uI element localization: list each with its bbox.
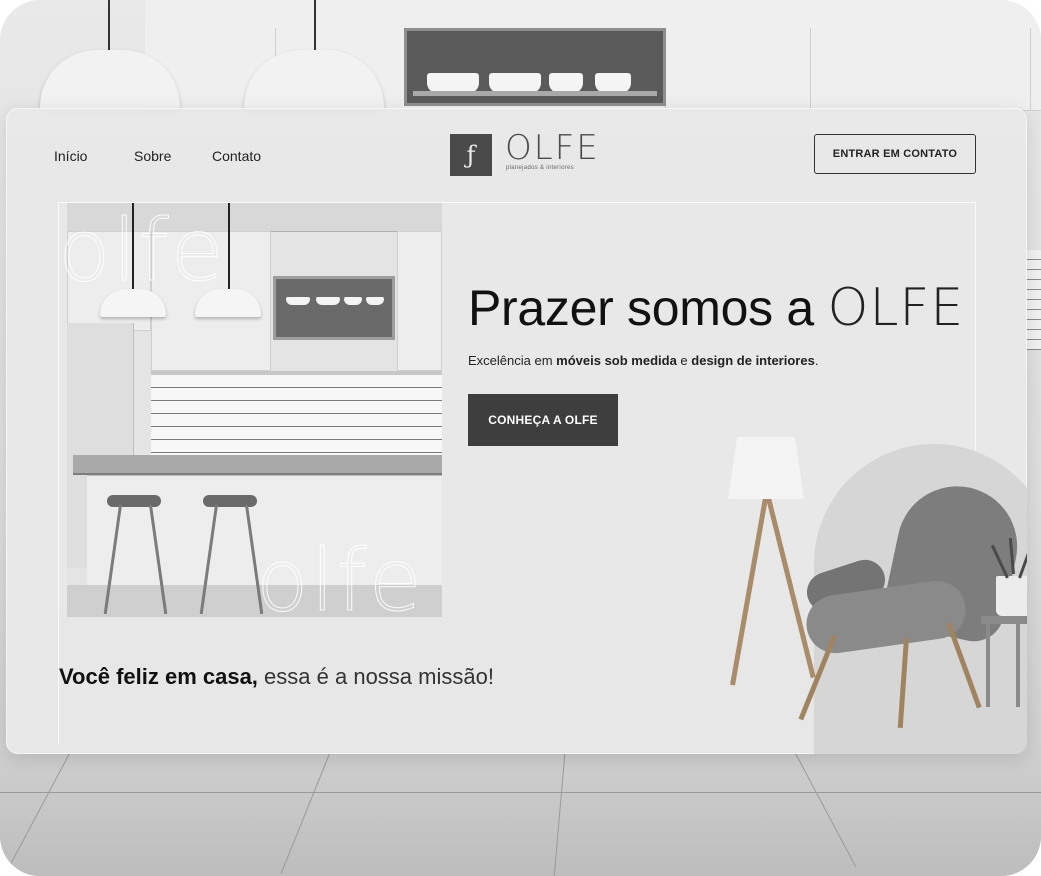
floor-seam [794, 752, 857, 868]
background-scene: Início Sobre Contato ƒ OLFE planejados &… [0, 0, 1041, 876]
bar-stool [107, 495, 161, 507]
bowl [366, 297, 384, 305]
floor-seam [0, 792, 1041, 793]
watermark-olfe-top: olfe [58, 201, 226, 301]
floor-seam [553, 752, 566, 876]
mission-rest: essa é a nossa missão! [257, 664, 494, 689]
kitchen-counter [73, 455, 442, 475]
bowl [316, 297, 340, 305]
kitchen-open-shelf [273, 276, 395, 340]
bowl [549, 73, 583, 93]
bowl [489, 73, 541, 93]
logo-name[interactable]: OLFE [505, 128, 600, 168]
subtitle-highlight: design de interiores [691, 353, 815, 368]
floor-lamp [728, 437, 804, 499]
pendant-cord [228, 203, 230, 289]
bowl [595, 73, 631, 93]
hero-title: Prazer somos a OLFE [468, 282, 964, 334]
kitchen-backsplash [151, 375, 442, 455]
subtitle-text: . [814, 353, 819, 368]
hero-subtitle: Excelência em móveis sob medida e design… [468, 353, 818, 368]
subtitle-text: e [676, 353, 692, 368]
mission-bold: Você feliz em casa, [59, 664, 258, 689]
subtitle-text: Excelência em [468, 353, 557, 368]
nav-link-contato[interactable]: Contato [212, 148, 261, 164]
shelf-plank [413, 91, 657, 96]
background-open-shelf [404, 28, 666, 106]
side-table-leg [986, 622, 990, 707]
pendant-cord [108, 0, 110, 52]
logo-tagline: planejados & interiores [506, 165, 574, 171]
mission-statement: Você feliz em casa, essa é a nossa missã… [59, 664, 494, 690]
bowl [286, 297, 310, 305]
contact-button[interactable]: ENTRAR EM CONTATO [814, 134, 976, 174]
kitchen-cabinet [397, 231, 442, 371]
nav-link-sobre[interactable]: Sobre [134, 148, 171, 164]
background-floor [0, 752, 1041, 876]
pendant-cord [314, 0, 316, 52]
cabinet-divider [810, 28, 811, 110]
cabinet-divider [1030, 28, 1031, 110]
subtitle-highlight: móveis sob medida [556, 353, 677, 368]
logo-mark[interactable]: ƒ [450, 134, 492, 176]
bowl [427, 73, 479, 93]
plant-pot [996, 576, 1027, 616]
hero-title-brand: OLFE [827, 278, 965, 338]
floor-seam [280, 752, 331, 874]
side-table-leg [1016, 622, 1020, 707]
background-tiles [1026, 250, 1041, 350]
hero-card: Início Sobre Contato ƒ OLFE planejados &… [6, 108, 1027, 754]
watermark-olfe-bottom: olfe [256, 531, 424, 631]
bar-stool [203, 495, 257, 507]
floor-seam [3, 752, 71, 876]
logo-glyph: ƒ [466, 141, 476, 169]
nav-link-inicio[interactable]: Início [54, 148, 87, 164]
cta-button[interactable]: CONHEÇA A OLFE [468, 394, 618, 446]
bowl [344, 297, 362, 305]
hero-title-bold: Prazer somos a [468, 280, 828, 336]
